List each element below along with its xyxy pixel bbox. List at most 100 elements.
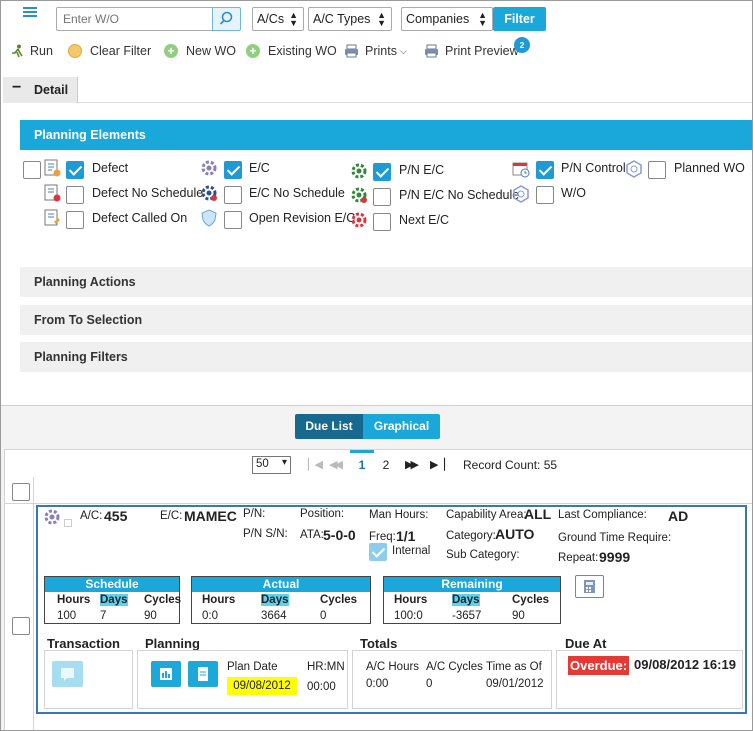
- chevron-down-icon: ▾: [281, 457, 287, 468]
- calculator-button[interactable]: [575, 575, 604, 598]
- ec-no-schedule-icon: [201, 185, 217, 201]
- sort-icon: ▲ ▼: [289, 10, 298, 28]
- chevron-down-icon: ⌵: [399, 45, 407, 56]
- pn-ec-no-schedule-checkbox[interactable]: [373, 188, 391, 206]
- pn-label: P/N:: [243, 508, 266, 520]
- grid-select-all-checkbox[interactable]: [12, 483, 30, 501]
- calendar-clock-icon: [512, 162, 530, 178]
- ec-no-schedule-label: E/C No Schedule: [249, 186, 345, 200]
- print-preview-button[interactable]: Print Preview: [424, 44, 519, 58]
- new-wo-button[interactable]: + New WO: [164, 44, 236, 58]
- divider: [78, 102, 752, 103]
- existing-wo-button[interactable]: + Existing WO: [246, 44, 337, 58]
- defect-no-schedule-icon: [44, 184, 61, 202]
- sort-icon: ▲ ▼: [377, 10, 386, 28]
- internal-checkbox: [369, 543, 387, 561]
- plus-icon: +: [246, 44, 260, 58]
- companies-select[interactable]: Companies ▲ ▼: [401, 7, 493, 31]
- document-button[interactable]: [188, 661, 218, 687]
- remaining-hours-header: Hours: [394, 594, 428, 606]
- schedule-cycles-header: Cycles: [144, 594, 182, 606]
- first-page-icon[interactable]: ▏◀: [308, 458, 323, 471]
- row-checkbox[interactable]: [12, 617, 30, 635]
- clear-filter-button[interactable]: Clear Filter: [68, 44, 151, 58]
- repeat-label: Repeat:: [558, 552, 599, 564]
- tab-graphical[interactable]: Graphical: [363, 414, 440, 439]
- run-button[interactable]: Run: [10, 44, 53, 58]
- acs-select[interactable]: A/Cs ▲ ▼: [252, 7, 304, 31]
- plan-date-value[interactable]: 09/08/2012: [227, 677, 297, 695]
- prev-page-icon[interactable]: ◀◀: [329, 458, 343, 471]
- subcategory-label: Sub Category:: [446, 549, 520, 561]
- wo-checkbox[interactable]: [536, 186, 554, 204]
- ac-types-select[interactable]: A/C Types ▲ ▼: [308, 7, 392, 31]
- planned-wo-checkbox[interactable]: [648, 161, 666, 179]
- search-button[interactable]: [212, 7, 241, 31]
- next-page-icon[interactable]: ▶▶: [405, 458, 419, 471]
- ec-no-schedule-checkbox[interactable]: [224, 186, 242, 204]
- actual-title: Actual: [192, 577, 370, 592]
- next-ec-checkbox[interactable]: [373, 213, 391, 231]
- search-input[interactable]: [56, 7, 213, 31]
- remaining-cycles-header: Cycles: [512, 594, 550, 606]
- page-size-select[interactable]: 50 ▾: [252, 456, 291, 474]
- record-small-box: [64, 519, 72, 527]
- document-icon: [198, 667, 208, 681]
- last-compliance-value: AD: [668, 508, 689, 524]
- ec-checkbox[interactable]: [224, 161, 242, 179]
- repeat-value: 9999: [599, 549, 631, 565]
- pn-control-checkbox[interactable]: [536, 161, 554, 179]
- last-page-icon[interactable]: ▶▕: [430, 458, 445, 471]
- planning-elements-header[interactable]: Planning Elements: [20, 120, 752, 150]
- record-count: Record Count: 55: [463, 458, 558, 472]
- defect-called-on-checkbox[interactable]: [66, 211, 84, 229]
- existing-wo-label: Existing WO: [268, 44, 337, 58]
- actual-days-value: 3664: [261, 610, 287, 622]
- defect-checkbox[interactable]: [66, 161, 84, 179]
- wo-icon: [513, 185, 529, 203]
- ec-icon: [201, 160, 217, 176]
- chart-button[interactable]: [151, 661, 181, 687]
- detail-header[interactable]: − Detail: [3, 77, 78, 103]
- filter-button[interactable]: Filter: [493, 7, 546, 31]
- overdue-badge: Overdue:: [568, 656, 630, 675]
- ground-time-label: Ground Time Require:: [558, 532, 672, 544]
- actual-cycles-header: Cycles: [320, 594, 358, 606]
- category-value: AUTO: [495, 526, 535, 542]
- freq-value: 1/1: [396, 528, 416, 544]
- shield-icon: [201, 209, 217, 227]
- tab-due-list[interactable]: Due List: [295, 414, 363, 439]
- search-icon: [219, 11, 233, 25]
- defect-no-schedule-checkbox[interactable]: [66, 186, 84, 204]
- plan-date-label: Plan Date: [227, 661, 278, 673]
- clear-filter-icon: [68, 44, 82, 58]
- from-to-selection-section[interactable]: From To Selection: [20, 305, 752, 335]
- planning-actions-section[interactable]: Planning Actions: [20, 267, 752, 297]
- new-wo-label: New WO: [186, 44, 236, 58]
- planning-filters-section[interactable]: Planning Filters: [20, 342, 752, 372]
- actual-table: Actual Hours Days Cycles 0:0 3664 0: [191, 576, 371, 624]
- schedule-hours-header: Hours: [57, 594, 91, 606]
- ec-label: E/C: [249, 161, 270, 175]
- open-revision-ec-checkbox[interactable]: [224, 211, 242, 229]
- chart-icon: [160, 668, 172, 680]
- prints-menu[interactable]: Prints ⌵: [344, 44, 407, 58]
- actual-hours-header: Hours: [202, 594, 236, 606]
- plus-icon: +: [164, 44, 178, 58]
- run-label: Run: [30, 44, 53, 58]
- page-1-button[interactable]: 1: [350, 450, 374, 476]
- planned-wo-icon: [626, 160, 642, 178]
- ac-cycles-label: A/C Cycles: [426, 661, 483, 673]
- pn-ec-checkbox[interactable]: [373, 163, 391, 181]
- totals-title: Totals: [360, 636, 398, 651]
- printer-icon: [345, 44, 358, 58]
- time-as-of-value: 09/01/2012: [486, 678, 544, 690]
- comment-button[interactable]: [52, 661, 83, 687]
- actual-hours-value: 0:0: [202, 610, 218, 622]
- menu-icon[interactable]: [23, 7, 37, 19]
- schedule-title: Schedule: [45, 577, 179, 592]
- man-hours-label: Man Hours:: [369, 509, 429, 521]
- page-2-button[interactable]: 2: [377, 458, 395, 472]
- grid-header-line: [4, 503, 752, 504]
- select-all-checkbox[interactable]: [23, 161, 41, 179]
